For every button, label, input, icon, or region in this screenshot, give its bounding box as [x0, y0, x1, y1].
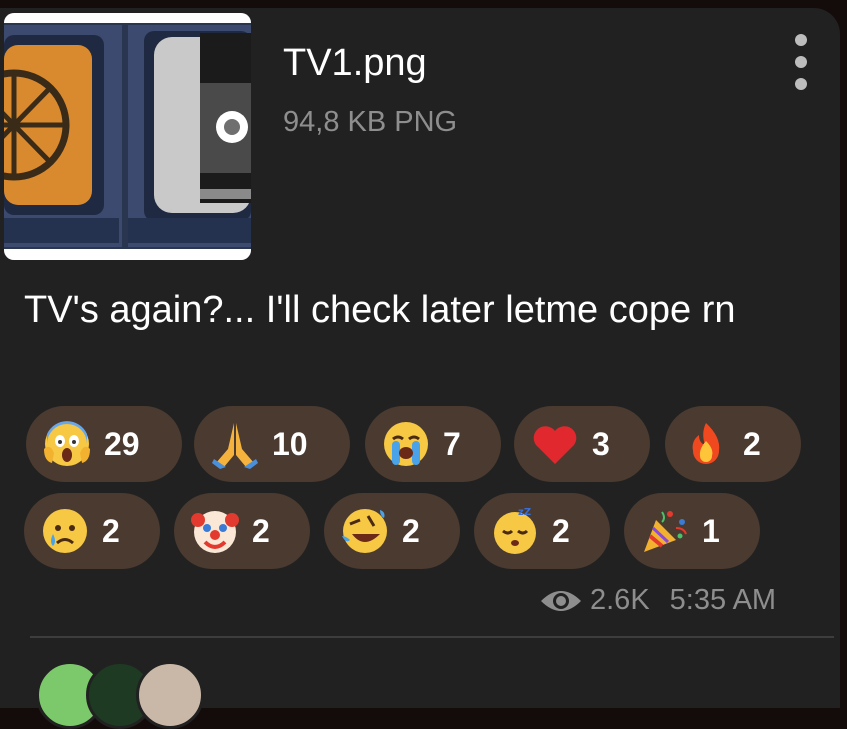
reaction-row: 2 2 2 zZ 2 1: [24, 493, 824, 569]
reaction-count: 2: [252, 512, 270, 549]
commenter-avatars[interactable]: [36, 661, 206, 729]
red-heart-icon: [528, 417, 582, 471]
reaction-count: 2: [402, 512, 420, 549]
reaction-count: 29: [104, 425, 140, 462]
reaction-screaming[interactable]: 29: [26, 406, 182, 482]
clown-face-icon: [188, 504, 242, 558]
reaction-pray[interactable]: 10: [194, 406, 350, 482]
svg-text:zZ: zZ: [518, 507, 531, 518]
divider: [30, 636, 834, 638]
screaming-face-icon: [40, 417, 94, 471]
rolling-laughing-face-icon: [338, 504, 392, 558]
reaction-count: 10: [272, 425, 308, 462]
message-time: 5:35 AM: [669, 584, 777, 616]
folded-hands-icon: [208, 417, 262, 471]
file-thumbnail[interactable]: [4, 13, 251, 260]
reaction-fire[interactable]: 2: [665, 406, 801, 482]
more-options-icon[interactable]: [788, 34, 814, 90]
reaction-row: 29 10 7 3 2: [24, 406, 824, 482]
reaction-count: 2: [743, 425, 761, 462]
reaction-heart[interactable]: 3: [514, 406, 650, 482]
file-name[interactable]: TV1.png: [283, 40, 427, 86]
reaction-clown[interactable]: 2: [174, 493, 310, 569]
reaction-count: 3: [592, 425, 610, 462]
sleeping-face-icon: zZ: [488, 504, 542, 558]
reaction-sob[interactable]: 7: [365, 406, 501, 482]
reaction-count: 2: [552, 512, 570, 549]
view-count: 2.6K: [590, 584, 650, 616]
reaction-sad[interactable]: 2: [24, 493, 160, 569]
sad-tear-face-icon: [38, 504, 92, 558]
reaction-party[interactable]: 1: [624, 493, 760, 569]
file-size-type: 94,8 KB PNG: [283, 106, 458, 138]
message-footer: 2.6K 5:35 AM: [540, 584, 776, 617]
reaction-count: 7: [443, 425, 461, 462]
fire-icon: [679, 417, 733, 471]
avatar: [136, 661, 204, 729]
reaction-count: 2: [102, 512, 120, 549]
reaction-sleeping[interactable]: zZ 2: [474, 493, 610, 569]
reaction-rofl[interactable]: 2: [324, 493, 460, 569]
reaction-count: 1: [702, 512, 720, 549]
message-caption: TV's again?... I'll check later letme co…: [24, 289, 736, 331]
eye-icon: [540, 587, 582, 615]
loudly-crying-face-icon: [379, 417, 433, 471]
reactions: 29 10 7 3 2 2 2 2 zZ 2 1: [24, 406, 824, 580]
party-popper-icon: [638, 504, 692, 558]
